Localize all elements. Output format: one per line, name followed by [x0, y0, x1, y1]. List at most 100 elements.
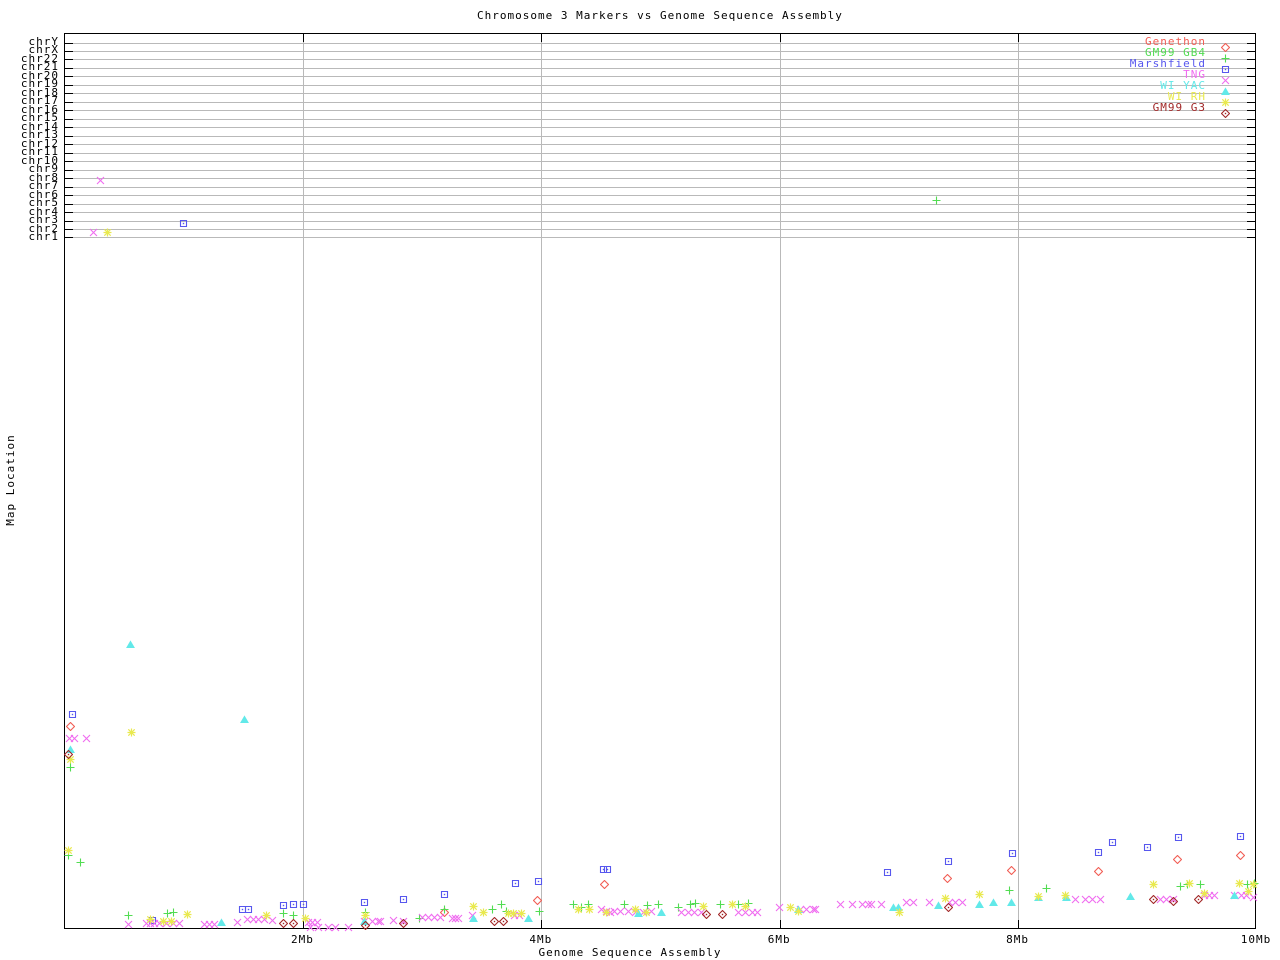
data-point-wi-yac	[66, 745, 76, 754]
chr-gridline	[65, 101, 1255, 103]
data-point-gm99-g3	[289, 919, 299, 929]
x-axis-tick	[302, 34, 304, 42]
data-point-gm99-gb4	[691, 899, 700, 908]
data-point-tng	[753, 908, 762, 917]
y-axis-tick	[1247, 144, 1255, 146]
data-point-tng	[70, 734, 79, 743]
data-point-tng	[389, 916, 398, 925]
data-point-gm99-gb4	[1176, 882, 1185, 891]
data-point-gm99-gb4	[502, 907, 511, 916]
data-point-gm99-gb4	[643, 901, 652, 910]
y-axis-tick	[65, 237, 73, 239]
data-point-tng	[951, 898, 960, 907]
data-point-gm99-gb4	[1250, 879, 1259, 888]
data-point-wi-rh	[1061, 891, 1070, 900]
chr-gridline	[65, 59, 1255, 61]
data-point-tng	[1205, 891, 1214, 900]
data-point-tng	[1169, 895, 1178, 904]
data-point-wi-yac	[216, 918, 226, 927]
chr-gridline	[65, 67, 1255, 69]
y-axis-tick	[65, 110, 73, 112]
data-point-tng	[602, 907, 611, 916]
data-point-tng	[848, 900, 857, 909]
data-point-tng	[331, 923, 340, 932]
data-point-tng	[877, 900, 886, 909]
data-point-gm99-gb4	[1183, 880, 1192, 889]
chart-canvas: Chromosome 3 Markers vs Genome Sequence …	[0, 0, 1280, 960]
y-axis-tick	[1247, 67, 1255, 69]
chr-gridline	[65, 237, 1255, 239]
data-point-wi-rh	[728, 900, 737, 909]
data-point-tng	[314, 923, 323, 932]
y-axis-tick	[65, 59, 73, 61]
y-axis-tick	[1247, 101, 1255, 103]
data-point-tng	[96, 176, 105, 185]
data-point-tng	[684, 908, 693, 917]
y-axis-tick	[65, 161, 73, 163]
data-point-marshfield	[883, 868, 892, 877]
chr-gridline	[65, 152, 1255, 154]
data-point-wi-yac	[793, 905, 803, 914]
data-point-tng	[809, 905, 818, 914]
data-point-wi-yac	[1061, 893, 1071, 902]
data-point-gm99-gb4	[289, 911, 298, 920]
y-axis-tick	[65, 229, 73, 231]
data-point-gm99-g3	[399, 919, 409, 929]
data-point-tng	[424, 913, 433, 922]
data-point-wi-rh	[66, 755, 75, 764]
data-point-tng	[748, 908, 757, 917]
data-point-gm99-g3	[489, 916, 499, 926]
data-point-marshfield	[440, 890, 449, 899]
data-point-wi-rh	[127, 728, 136, 737]
x-axis-tick	[1018, 920, 1020, 928]
data-point-marshfield	[1236, 832, 1245, 841]
data-point-wi-rh	[699, 902, 708, 911]
data-point-tng	[360, 917, 369, 926]
mb-gridline	[302, 34, 304, 928]
data-point-tng	[146, 919, 155, 928]
data-point-gm99-gb4	[415, 914, 424, 923]
data-point-tng	[697, 908, 706, 917]
data-point-gm99-gb4	[1042, 884, 1051, 893]
data-point-tng	[734, 908, 743, 917]
data-point-wi-rh	[975, 890, 984, 899]
chr-gridline	[65, 186, 1255, 188]
data-point-marshfield	[68, 710, 77, 719]
data-point-tng	[65, 734, 74, 743]
marshfield-marker-icon	[1221, 59, 1230, 74]
data-point-tng	[690, 908, 699, 917]
data-point-wi-yac	[469, 914, 479, 923]
data-point-gm99-gb4	[654, 900, 663, 909]
y-axis-tick	[65, 152, 73, 154]
chart-title: Chromosome 3 Markers vs Genome Sequence …	[477, 9, 843, 22]
data-point-tng	[610, 907, 619, 916]
y-axis-tick	[65, 203, 73, 205]
data-point-gm99-g3	[1169, 896, 1179, 906]
chr-gridline	[65, 203, 1255, 205]
data-point-wi-rh	[1034, 892, 1043, 901]
data-point-tng	[510, 911, 519, 920]
y-axis-tick	[65, 84, 73, 86]
y-axis-tick	[65, 169, 73, 171]
data-point-marshfield	[238, 905, 247, 914]
y-axis-tick	[65, 93, 73, 95]
y-axis-tick	[65, 212, 73, 214]
y-axis-tick	[1247, 169, 1255, 171]
data-point-tng	[306, 923, 315, 932]
data-point-marshfield	[1108, 838, 1117, 847]
y-axis-tick	[65, 50, 73, 52]
data-point-wi-rh	[262, 911, 271, 920]
data-point-wi-rh	[1244, 887, 1253, 896]
chr-gridline	[65, 110, 1255, 112]
y-axis-tick	[1247, 110, 1255, 112]
data-point-tng	[454, 914, 463, 923]
data-point-gm99-g3	[1148, 895, 1158, 905]
x-axis-tick	[302, 920, 304, 928]
y-axis-tick	[1247, 135, 1255, 137]
data-point-gm99-gb4	[169, 908, 178, 917]
chr-gridline	[65, 229, 1255, 231]
legend: Genethon GM99 GB4 Marshfield TNG WI YAC WI RH…	[1130, 36, 1231, 119]
data-point-tng	[864, 900, 873, 909]
data-point-tng	[268, 916, 277, 925]
data-point-tng	[376, 917, 385, 926]
